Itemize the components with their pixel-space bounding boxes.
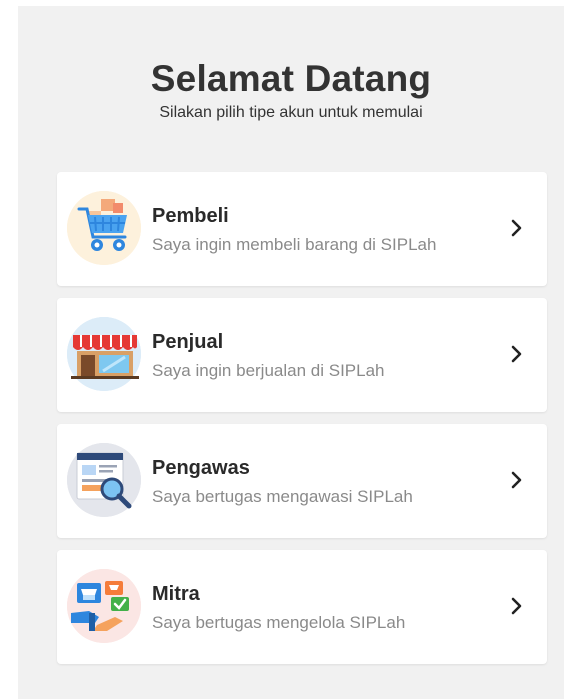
chevron-right-icon [511, 471, 522, 489]
account-option-title: Mitra [152, 583, 200, 605]
partner-handshake-icon [67, 569, 141, 643]
shopping-cart-icon [67, 191, 141, 265]
inspect-magnifier-icon [67, 443, 141, 517]
page-subtitle: Silakan pilih tipe akun untuk memulai [159, 104, 423, 121]
account-option-title: Pembeli [152, 205, 229, 227]
account-option-description: Saya bertugas mengelola SIPLah [152, 613, 406, 632]
account-selection-panel: Selamat Datang Silakan pilih tipe akun u… [18, 6, 564, 699]
storefront-icon [67, 317, 141, 391]
chevron-right-icon [511, 219, 522, 237]
chevron-right-icon [511, 597, 522, 615]
account-option-title: Pengawas [152, 457, 250, 479]
account-option-pengawas[interactable]: Pengawas Saya bertugas mengawasi SIPLah [57, 424, 547, 538]
account-option-description: Saya ingin berjualan di SIPLah [152, 361, 385, 380]
account-option-description: Saya bertugas mengawasi SIPLah [152, 487, 413, 506]
chevron-right-icon [511, 345, 522, 363]
account-option-penjual[interactable]: Penjual Saya ingin berjualan di SIPLah [57, 298, 547, 412]
page-title: Selamat Datang [150, 58, 432, 99]
account-option-pembeli[interactable]: Pembeli Saya ingin membeli barang di SIP… [57, 172, 547, 286]
account-option-title: Penjual [152, 331, 224, 353]
account-option-mitra[interactable]: Mitra Saya bertugas mengelola SIPLah [57, 550, 547, 664]
account-option-description: Saya ingin membeli barang di SIPLah [152, 235, 437, 254]
